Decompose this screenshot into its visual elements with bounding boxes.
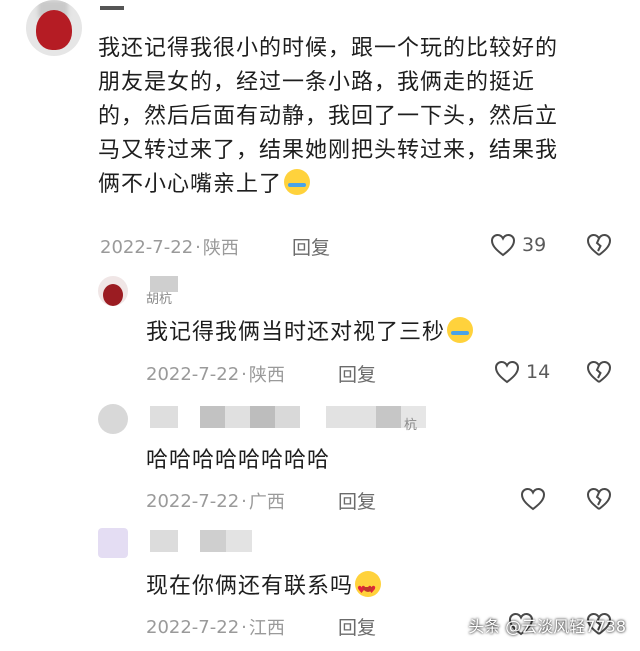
timestamp: 2022-7-22	[146, 363, 240, 385]
broken-heart-icon	[586, 360, 612, 383]
reply-button[interactable]: 回复	[338, 613, 376, 640]
reply-button[interactable]: 回复	[338, 487, 376, 514]
heart-icon	[520, 487, 546, 511]
reply-meta: 2022-7-22 · 陕西	[146, 361, 285, 387]
username-redacted	[200, 406, 300, 428]
avatar[interactable]	[98, 528, 128, 558]
reply-text: 我记得我俩当时还对视了三秒	[146, 316, 474, 350]
dislike-button[interactable]	[586, 487, 612, 515]
timestamp: 2022-7-22	[146, 490, 240, 512]
username-fragment: 胡杭	[146, 292, 173, 307]
username-redacted	[100, 6, 124, 10]
broken-heart-icon	[586, 233, 612, 256]
like-button[interactable]: 39	[490, 233, 546, 257]
reply-meta: 2022-7-22 · 江西	[146, 614, 285, 640]
avatar[interactable]	[98, 404, 128, 434]
location: 陕西	[248, 365, 285, 386]
timestamp: 2022-7-22	[146, 616, 240, 638]
like-button[interactable]: 14	[494, 360, 550, 384]
reply-text: 现在你俩还有联系吗	[146, 570, 382, 608]
like-button[interactable]	[520, 487, 546, 511]
username-redacted	[150, 406, 178, 428]
heart-eyes-emoji-icon	[355, 571, 382, 608]
dislike-button[interactable]	[586, 360, 612, 388]
location: 陕西	[202, 238, 239, 259]
reply-button[interactable]: 回复	[338, 360, 376, 387]
like-count: 39	[522, 234, 547, 256]
dislike-button[interactable]	[586, 233, 612, 261]
reply-text: 哈哈哈哈哈哈哈哈	[146, 448, 331, 473]
avatar[interactable]	[26, 0, 82, 56]
avatar[interactable]	[98, 276, 128, 306]
location: 广西	[248, 492, 285, 513]
heart-icon	[490, 233, 516, 257]
timestamp: 2022-7-22	[100, 236, 194, 258]
watermark: 头条 @云淡风轻7738	[468, 617, 626, 636]
username-fragment: 杭	[404, 418, 418, 433]
crying-face-emoji-icon	[447, 317, 474, 343]
comment-text: 我还记得我很小的时候，跟一个玩的比较好的 朋友是女的，经过一条小路，我俩走的挺近…	[98, 36, 559, 197]
comment-meta: 2022-7-22 · 陕西	[100, 234, 239, 260]
broken-heart-icon	[586, 487, 612, 510]
location: 江西	[248, 618, 285, 639]
reply-button[interactable]: 回复	[292, 233, 330, 260]
reply-meta: 2022-7-22 · 广西	[146, 488, 285, 514]
like-count: 14	[526, 361, 551, 383]
username-redacted	[200, 530, 252, 552]
crying-face-emoji-icon	[284, 169, 311, 195]
username-redacted	[150, 530, 178, 552]
heart-icon	[494, 360, 520, 384]
